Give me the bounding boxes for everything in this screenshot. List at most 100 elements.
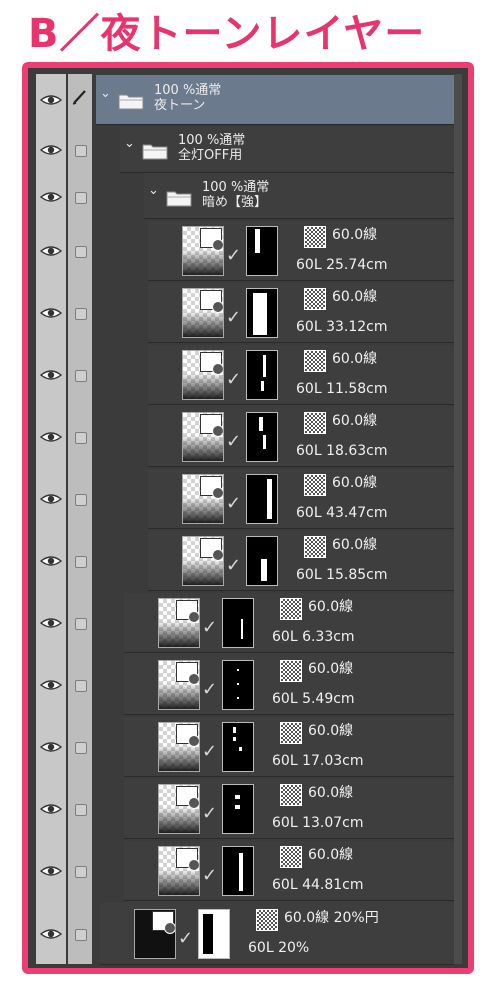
edit-lock-checkbox[interactable]	[75, 618, 87, 630]
folder-row[interactable]: ⌄ 100 %通常 夜トーン	[36, 74, 454, 126]
screentone-icon	[304, 350, 326, 372]
layer-mask-thumbnail	[222, 846, 254, 896]
layer-thumbnail	[134, 909, 176, 959]
layer-thumbnail	[182, 474, 224, 524]
layer-row[interactable]: ✓ 60.0線 20%円 60L 20%	[36, 902, 454, 966]
eye-visibility-icon[interactable]	[40, 94, 62, 106]
folder-row[interactable]: ⌄ 100 %通常 全灯OFF用	[36, 126, 454, 174]
mask-link-check-icon: ✓	[202, 679, 218, 700]
edit-lock-checkbox[interactable]	[75, 866, 87, 878]
pen-edit-icon	[72, 90, 86, 105]
eye-visibility-icon[interactable]	[40, 245, 62, 257]
layer-mask-thumbnail	[198, 909, 230, 959]
layer-row[interactable]: ✓ 60.0線 60L 13.07cm	[36, 778, 454, 840]
layer-row[interactable]: ✓ 60.0線 60L 11.58cm	[36, 344, 454, 406]
layer-row[interactable]: ✓ 60.0線 60L 15.85cm	[36, 530, 454, 592]
layer-list: ⌄ 100 %通常 夜トーン ⌄ 100 %通常 全灯OFF用 ⌄ 100 %通常 暗め【強】 ✓…	[36, 74, 454, 966]
folder-blend-mode: 100 %通常	[154, 83, 222, 98]
mask-link-check-icon: ✓	[202, 617, 218, 638]
layer-panel-frame: ⌄ 100 %通常 夜トーン ⌄ 100 %通常 全灯OFF用 ⌄ 100 %通常 暗め【強】 ✓…	[22, 62, 474, 974]
mask-white-area	[237, 697, 239, 699]
layer-size-value: 60L 18.63cm	[296, 443, 388, 459]
mask-white-area	[233, 737, 236, 741]
eye-visibility-icon[interactable]	[40, 741, 62, 753]
eye-visibility-icon[interactable]	[40, 431, 62, 443]
collapse-chevron-icon[interactable]: ⌄	[100, 86, 111, 101]
thumbnail-gradient	[183, 310, 223, 337]
page-title: B／夜トーンレイヤー	[28, 11, 426, 57]
edit-lock-checkbox[interactable]	[75, 370, 87, 382]
eye-visibility-icon[interactable]	[40, 679, 62, 691]
tone-layer-badge-icon	[200, 352, 223, 375]
tone-setting: 60.0線	[332, 537, 378, 553]
tone-layer-badge-icon	[152, 911, 175, 934]
edit-lock-checkbox[interactable]	[75, 145, 87, 157]
tone-setting: 60.0線	[332, 289, 378, 305]
screentone-icon	[304, 474, 326, 496]
layer-row[interactable]: ✓ 60.0線 60L 25.74cm	[36, 220, 454, 282]
collapse-chevron-icon[interactable]: ⌄	[148, 183, 159, 198]
layer-row[interactable]: ✓ 60.0線 60L 44.81cm	[36, 840, 454, 902]
edit-lock-checkbox[interactable]	[75, 494, 87, 506]
screentone-icon	[280, 784, 302, 806]
layer-row[interactable]: ✓ 60.0線 60L 43.47cm	[36, 468, 454, 530]
edit-lock-checkbox[interactable]	[75, 929, 87, 941]
tone-setting: 60.0線	[308, 847, 354, 863]
layer-size-value: 60L 43.47cm	[296, 505, 388, 521]
mask-white-area	[267, 479, 272, 519]
folder-blend-mode: 100 %通常	[202, 180, 270, 195]
edit-lock-checkbox[interactable]	[75, 556, 87, 568]
tone-layer-badge-icon	[176, 600, 199, 623]
tone-layer-badge-icon	[200, 228, 223, 251]
layer-row[interactable]: ✓ 60.0線 60L 18.63cm	[36, 406, 454, 468]
tone-setting: 60.0線	[308, 785, 354, 801]
edit-lock-checkbox[interactable]	[75, 804, 87, 816]
eye-visibility-icon[interactable]	[40, 191, 62, 203]
edit-lock-checkbox[interactable]	[75, 246, 87, 258]
eye-visibility-icon[interactable]	[40, 307, 62, 319]
eye-visibility-icon[interactable]	[40, 617, 62, 629]
edit-lock-checkbox[interactable]	[75, 192, 87, 204]
layer-mask-thumbnail	[222, 598, 254, 648]
eye-visibility-icon[interactable]	[40, 803, 62, 815]
layer-row[interactable]: ✓ 60.0線 60L 6.33cm	[36, 592, 454, 654]
layer-row[interactable]: ✓ 60.0線 60L 5.49cm	[36, 654, 454, 716]
folder-row[interactable]: ⌄ 100 %通常 暗め【強】	[36, 174, 454, 220]
layer-size-value: 60L 15.85cm	[296, 567, 388, 583]
tone-layer-badge-icon	[176, 786, 199, 809]
eye-visibility-icon[interactable]	[40, 928, 62, 940]
eye-visibility-icon[interactable]	[40, 493, 62, 505]
edit-lock-checkbox[interactable]	[75, 742, 87, 754]
folder-name: 夜トーン	[154, 98, 206, 113]
eye-visibility-icon[interactable]	[40, 865, 62, 877]
eye-visibility-icon[interactable]	[40, 144, 62, 156]
eye-visibility-icon[interactable]	[40, 555, 62, 567]
layer-row[interactable]: ✓ 60.0線 60L 17.03cm	[36, 716, 454, 778]
thumbnail-gradient	[183, 434, 223, 461]
tone-setting: 60.0線	[308, 723, 354, 739]
thumbnail-gradient	[183, 248, 223, 275]
mask-white-area	[261, 559, 267, 581]
edit-lock-checkbox[interactable]	[75, 680, 87, 692]
layer-size-value: 60L 17.03cm	[272, 753, 364, 769]
layer-size-value: 60L 5.49cm	[272, 691, 355, 707]
layer-size-value: 60L 33.12cm	[296, 319, 388, 335]
mask-white-area	[261, 381, 264, 391]
mask-link-check-icon: ✓	[202, 865, 218, 886]
tone-layer-badge-icon	[176, 848, 199, 871]
folder-icon	[142, 142, 168, 160]
edit-lock-checkbox[interactable]	[75, 432, 87, 444]
mask-link-check-icon: ✓	[202, 803, 218, 824]
screentone-icon	[304, 288, 326, 310]
thumbnail-gradient	[183, 496, 223, 523]
collapse-chevron-icon[interactable]: ⌄	[124, 136, 135, 151]
layer-thumbnail	[182, 226, 224, 276]
panel-scrollbar[interactable]	[454, 74, 462, 964]
edit-lock-checkbox[interactable]	[75, 308, 87, 320]
layer-thumbnail	[158, 598, 200, 648]
layer-size-value: 60L 6.33cm	[272, 629, 355, 645]
layer-row[interactable]: ✓ 60.0線 60L 33.12cm	[36, 282, 454, 344]
eye-visibility-icon[interactable]	[40, 369, 62, 381]
mask-white-area	[237, 683, 239, 685]
thumbnail-gradient	[159, 868, 199, 895]
